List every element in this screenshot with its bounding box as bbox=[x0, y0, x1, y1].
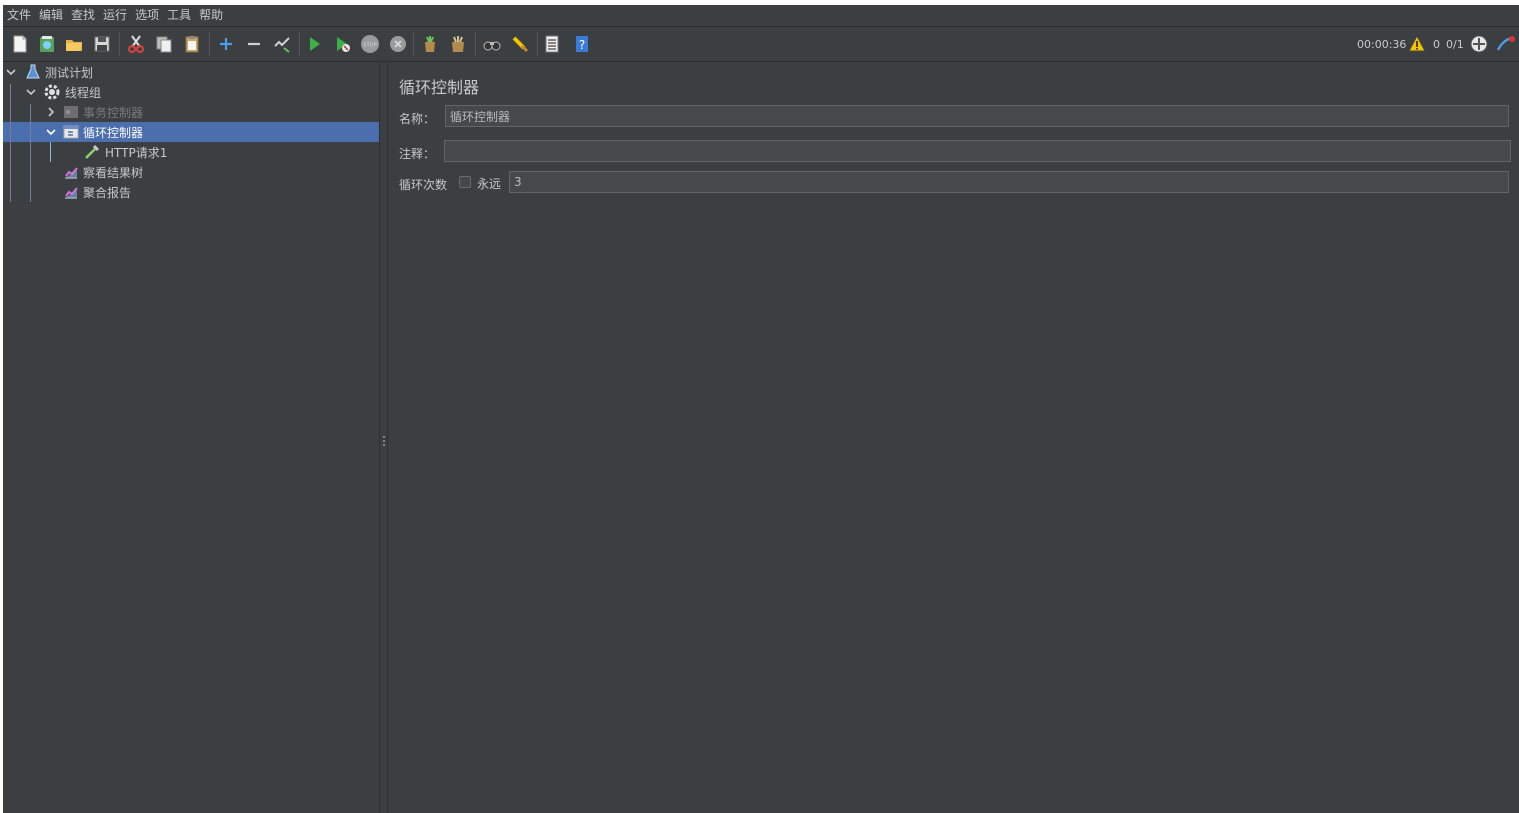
thread-count: 0/1 bbox=[1446, 37, 1464, 51]
menu-options[interactable]: 选项 bbox=[131, 5, 163, 26]
tree-node-transaction-controller[interactable]: 事务控制器 bbox=[63, 102, 143, 122]
menu-bar: 文件 编辑 查找 运行 选项 工具 帮助 bbox=[3, 5, 1519, 27]
copy-icon[interactable] bbox=[153, 33, 175, 55]
function-helper-icon[interactable] bbox=[541, 33, 563, 55]
svg-text:STOP: STOP bbox=[363, 43, 376, 49]
stop-icon[interactable]: STOP bbox=[359, 33, 381, 55]
forever-label: 永远 bbox=[477, 177, 502, 191]
menu-help[interactable]: 帮助 bbox=[195, 5, 227, 26]
remote-engine-icon[interactable] bbox=[1468, 33, 1490, 55]
start-no-pause-icon[interactable] bbox=[331, 33, 353, 55]
toolbar-separator bbox=[413, 32, 414, 56]
templates-icon[interactable] bbox=[36, 33, 58, 55]
chevron-down-icon[interactable] bbox=[25, 86, 37, 98]
toggle-icon[interactable] bbox=[271, 33, 293, 55]
transaction-controller-icon bbox=[64, 106, 78, 118]
cut-icon[interactable] bbox=[125, 33, 147, 55]
tree-node-view-results-tree[interactable]: 察看结果树 bbox=[63, 162, 143, 182]
open-icon[interactable] bbox=[63, 33, 85, 55]
chart-icon bbox=[65, 167, 78, 179]
tree-node-thread-group[interactable]: 线程组 bbox=[43, 82, 101, 102]
divider-grip bbox=[383, 440, 385, 442]
toolbar: STOP ? 00:00:36 0 0/1 bbox=[3, 27, 1519, 62]
loop-count-field[interactable] bbox=[509, 171, 1509, 193]
gear-icon bbox=[44, 84, 60, 100]
clear-icon[interactable] bbox=[419, 33, 441, 55]
reset-search-icon[interactable] bbox=[509, 33, 531, 55]
warning-icon[interactable] bbox=[1406, 33, 1428, 55]
test-plan-tree: 测试计划 线程组 事务控制器 循环控制器 HTTP请求1 察看结果树 聚合报告 bbox=[3, 62, 379, 813]
toolbar-separator bbox=[299, 32, 300, 56]
pipette-icon bbox=[85, 144, 100, 159]
tree-node-http-request[interactable]: HTTP请求1 bbox=[83, 142, 167, 162]
expand-all-icon[interactable] bbox=[215, 33, 237, 55]
chevron-right-icon[interactable] bbox=[45, 106, 57, 118]
divider-grip bbox=[383, 436, 385, 438]
tree-node-loop-controller[interactable]: 循环控制器 bbox=[63, 122, 143, 142]
comment-label: 注释： bbox=[399, 147, 436, 161]
menu-run[interactable]: 运行 bbox=[99, 5, 131, 26]
loop-count-label: 循环次数 bbox=[399, 178, 448, 192]
toolbar-separator bbox=[209, 32, 210, 56]
warning-count: 0 bbox=[1433, 37, 1440, 51]
loop-controller-icon bbox=[63, 125, 79, 139]
chevron-down-icon[interactable] bbox=[45, 126, 57, 138]
collapse-all-icon[interactable] bbox=[243, 33, 265, 55]
menu-edit[interactable]: 编辑 bbox=[35, 5, 67, 26]
menu-file[interactable]: 文件 bbox=[3, 5, 35, 26]
split-pane-divider[interactable] bbox=[379, 62, 388, 813]
loop-controller-panel: 循环控制器 名称： 注释： 循环次数 永远 bbox=[389, 62, 1519, 813]
clear-all-icon[interactable] bbox=[447, 33, 469, 55]
menu-search[interactable]: 查找 bbox=[67, 5, 99, 26]
name-field[interactable] bbox=[445, 105, 1509, 127]
name-label: 名称： bbox=[399, 112, 436, 126]
chart-icon bbox=[65, 187, 78, 199]
toolbar-separator bbox=[537, 32, 538, 56]
tree-guide-line bbox=[50, 142, 51, 162]
tree-node-aggregate-report[interactable]: 聚合报告 bbox=[63, 182, 131, 202]
svg-text:?: ? bbox=[579, 38, 585, 52]
new-icon[interactable] bbox=[9, 33, 31, 55]
tree-selection-highlight bbox=[3, 122, 379, 142]
menu-tools[interactable]: 工具 bbox=[163, 5, 195, 26]
tree-guide-line bbox=[30, 104, 31, 202]
shutdown-icon[interactable] bbox=[387, 33, 409, 55]
comment-field[interactable] bbox=[444, 140, 1511, 162]
start-icon[interactable] bbox=[303, 33, 325, 55]
divider-grip bbox=[383, 444, 385, 446]
help-icon[interactable]: ? bbox=[571, 33, 593, 55]
chevron-down-icon[interactable] bbox=[5, 66, 17, 78]
elapsed-time: 00:00:36 bbox=[1357, 37, 1407, 51]
forever-checkbox[interactable] bbox=[459, 176, 471, 188]
paste-icon[interactable] bbox=[181, 33, 203, 55]
log-viewer-icon[interactable] bbox=[1495, 33, 1517, 55]
toolbar-separator bbox=[475, 32, 476, 56]
tree-guide-line bbox=[10, 84, 11, 202]
save-icon[interactable] bbox=[91, 33, 113, 55]
tree-node-test-plan[interactable]: 测试计划 bbox=[25, 62, 93, 82]
search-icon[interactable] bbox=[481, 33, 503, 55]
page-title: 循环控制器 bbox=[399, 78, 480, 97]
toolbar-separator bbox=[119, 32, 120, 56]
flask-icon bbox=[26, 64, 40, 79]
